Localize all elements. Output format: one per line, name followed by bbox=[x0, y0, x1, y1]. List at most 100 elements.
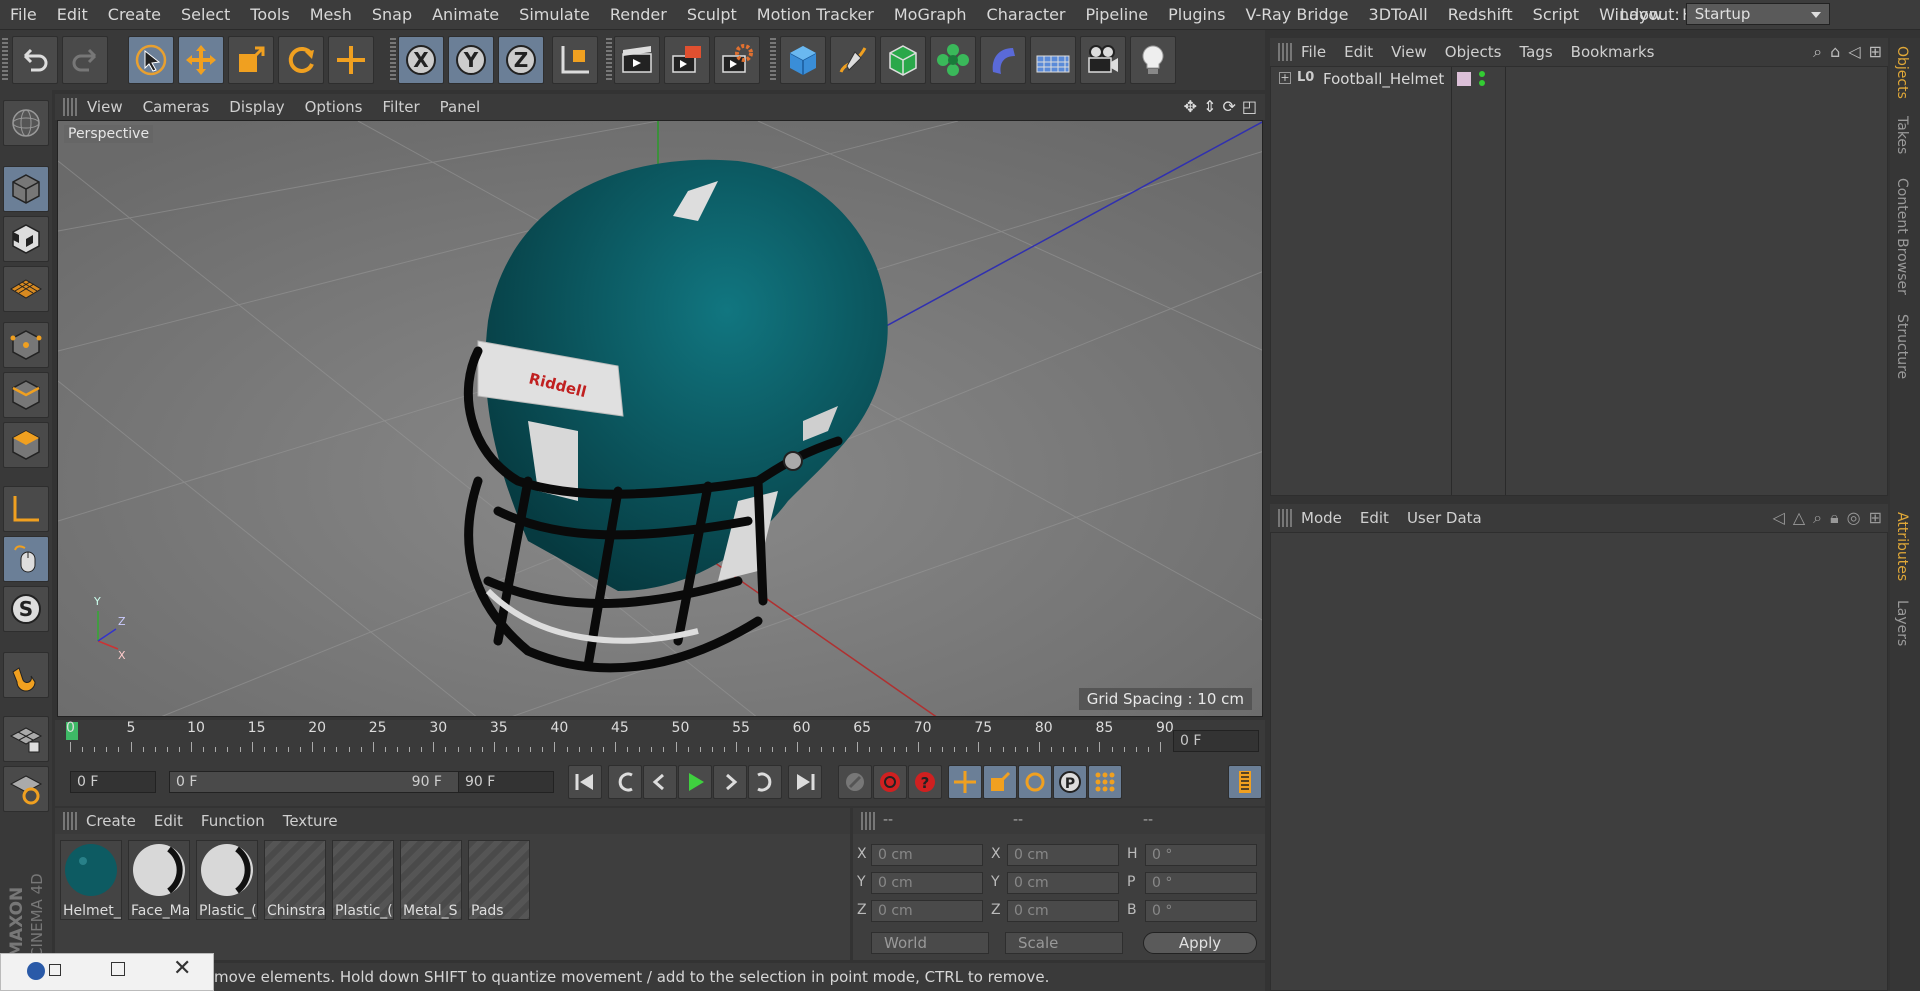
size-mode-dropdown[interactable]: Scale bbox=[1005, 932, 1123, 954]
menu-3dtoall[interactable]: 3DToAll bbox=[1359, 0, 1438, 30]
toolbar-grip[interactable] bbox=[390, 38, 396, 82]
pos-z-field[interactable]: 0 cm bbox=[871, 900, 983, 922]
home-icon[interactable]: ⌂ bbox=[1830, 42, 1840, 62]
toolbar-grip[interactable] bbox=[606, 38, 612, 82]
record-parameter-button[interactable]: P bbox=[1053, 765, 1087, 799]
material-menu-texture[interactable]: Texture bbox=[274, 812, 347, 830]
object-menu-objects[interactable]: Objects bbox=[1436, 43, 1511, 61]
object-menu-file[interactable]: File bbox=[1292, 43, 1335, 61]
polygons-mode-button[interactable] bbox=[3, 422, 49, 468]
viewport-maximize-icon[interactable]: ◰ bbox=[1242, 97, 1257, 116]
object-menu-edit[interactable]: Edit bbox=[1335, 43, 1382, 61]
render-to-picture-viewer-button[interactable] bbox=[664, 36, 710, 84]
app-icon[interactable] bbox=[27, 962, 45, 980]
play-forward-button[interactable] bbox=[678, 765, 712, 799]
previous-key-button[interactable] bbox=[608, 765, 642, 799]
tab-objects[interactable]: Objects bbox=[1894, 46, 1910, 99]
coordinates-grip[interactable] bbox=[861, 812, 875, 830]
material-swatch-helmet[interactable]: Helmet_ bbox=[60, 840, 122, 920]
viewport-menu-display[interactable]: Display bbox=[219, 98, 294, 116]
toolbar-grip[interactable] bbox=[770, 38, 776, 82]
pen-spline-button[interactable] bbox=[830, 36, 876, 84]
viewport-grip[interactable] bbox=[63, 98, 77, 116]
menu-plugins[interactable]: Plugins bbox=[1158, 0, 1235, 30]
move-tool-button[interactable] bbox=[178, 36, 224, 84]
tweak-mode-button[interactable] bbox=[3, 536, 49, 582]
material-swatch-pads[interactable]: Pads bbox=[468, 840, 530, 920]
current-frame-field[interactable]: 0 F bbox=[1173, 730, 1259, 752]
material-grip[interactable] bbox=[63, 812, 77, 830]
make-editable-button[interactable] bbox=[3, 100, 49, 146]
menu-edit[interactable]: Edit bbox=[47, 0, 98, 30]
menu-sculpt[interactable]: Sculpt bbox=[677, 0, 747, 30]
lock-icon[interactable]: 🔒︎ bbox=[1830, 508, 1839, 528]
solo-mode-button[interactable]: S bbox=[3, 586, 49, 632]
viewport-orbit-icon[interactable]: ⟳ bbox=[1222, 97, 1235, 116]
toolbar-grip[interactable] bbox=[2, 38, 8, 82]
maximize-icon[interactable] bbox=[111, 962, 125, 976]
scale-tool-button[interactable] bbox=[228, 36, 274, 84]
record-scale-button[interactable] bbox=[983, 765, 1017, 799]
tab-layers[interactable]: Layers bbox=[1894, 600, 1910, 646]
new-panel-icon[interactable]: ⊞ bbox=[1869, 42, 1882, 62]
menu-motion-tracker[interactable]: Motion Tracker bbox=[747, 0, 884, 30]
material-swatch-metal[interactable]: Metal_S bbox=[400, 840, 462, 920]
texture-mode-button[interactable] bbox=[3, 216, 49, 262]
next-key-button[interactable] bbox=[748, 765, 782, 799]
timeline-window-button[interactable] bbox=[1228, 765, 1262, 799]
live-selection-button[interactable] bbox=[128, 36, 174, 84]
tab-structure[interactable]: Structure bbox=[1894, 314, 1910, 379]
viewport-pan-icon[interactable]: ✥ bbox=[1184, 97, 1197, 116]
record-position-button[interactable] bbox=[948, 765, 982, 799]
menu-script[interactable]: Script bbox=[1523, 0, 1589, 30]
material-menu-create[interactable]: Create bbox=[77, 812, 145, 830]
menu-render[interactable]: Render bbox=[600, 0, 677, 30]
apply-button[interactable]: Apply bbox=[1143, 932, 1257, 954]
menu-animate[interactable]: Animate bbox=[422, 0, 509, 30]
rot-b-field[interactable]: 0 ° bbox=[1145, 900, 1257, 922]
object-menu-tags[interactable]: Tags bbox=[1510, 43, 1561, 61]
back-arrow-icon[interactable]: ◁ bbox=[1773, 508, 1785, 528]
camera-object-button[interactable] bbox=[1080, 36, 1126, 84]
tab-attributes[interactable]: Attributes bbox=[1894, 512, 1910, 581]
undo-button[interactable] bbox=[12, 36, 58, 84]
search-icon[interactable]: ⌕ bbox=[1813, 508, 1822, 528]
pos-x-field[interactable]: 0 cm bbox=[871, 844, 983, 866]
edges-mode-button[interactable] bbox=[3, 372, 49, 418]
previous-frame-button[interactable] bbox=[643, 765, 677, 799]
expand-icon[interactable]: + bbox=[1279, 72, 1291, 84]
next-frame-button[interactable] bbox=[713, 765, 747, 799]
menu-select[interactable]: Select bbox=[171, 0, 240, 30]
cube-object-button[interactable] bbox=[780, 36, 826, 84]
floor-object-button[interactable] bbox=[1030, 36, 1076, 84]
coordinate-space-dropdown[interactable]: World bbox=[871, 932, 989, 954]
render-settings-button[interactable] bbox=[714, 36, 760, 84]
3d-viewport[interactable]: Riddell Y Z X Perspective Grid Spacing:… bbox=[57, 120, 1263, 717]
record-point-level-button[interactable] bbox=[1088, 765, 1122, 799]
menu-mesh[interactable]: Mesh bbox=[300, 0, 362, 30]
menu-snap[interactable]: Snap bbox=[362, 0, 422, 30]
viewport-menu-filter[interactable]: Filter bbox=[372, 98, 429, 116]
menu-character[interactable]: Character bbox=[977, 0, 1076, 30]
attribute-manager-grip[interactable] bbox=[1278, 509, 1292, 527]
menu-create[interactable]: Create bbox=[98, 0, 171, 30]
y-axis-button[interactable]: Y bbox=[448, 36, 494, 84]
tab-takes[interactable]: Takes bbox=[1894, 116, 1910, 154]
goto-start-button[interactable] bbox=[568, 765, 602, 799]
record-rotation-button[interactable] bbox=[1018, 765, 1052, 799]
object-menu-bookmarks[interactable]: Bookmarks bbox=[1562, 43, 1664, 61]
attribute-menu-mode[interactable]: Mode bbox=[1292, 509, 1351, 527]
autokeying-button[interactable] bbox=[873, 765, 907, 799]
menu-redshift[interactable]: Redshift bbox=[1438, 0, 1523, 30]
material-swatch-face-mask[interactable]: Face_Ma bbox=[128, 840, 190, 920]
object-manager-grip[interactable] bbox=[1278, 43, 1292, 61]
object-row-football-helmet[interactable]: + L0 Football_Helmet bbox=[1271, 69, 1887, 91]
workplane-lock-button[interactable] bbox=[3, 716, 49, 762]
restore-icon[interactable] bbox=[49, 964, 61, 976]
rotate-tool-button[interactable] bbox=[278, 36, 324, 84]
rot-p-field[interactable]: 0 ° bbox=[1145, 872, 1257, 894]
render-visibility-dot[interactable] bbox=[1479, 80, 1485, 86]
menu-pipeline[interactable]: Pipeline bbox=[1076, 0, 1159, 30]
menu-vray-bridge[interactable]: V-Ray Bridge bbox=[1235, 0, 1358, 30]
keyframe-selection-button[interactable]: ? bbox=[908, 765, 942, 799]
